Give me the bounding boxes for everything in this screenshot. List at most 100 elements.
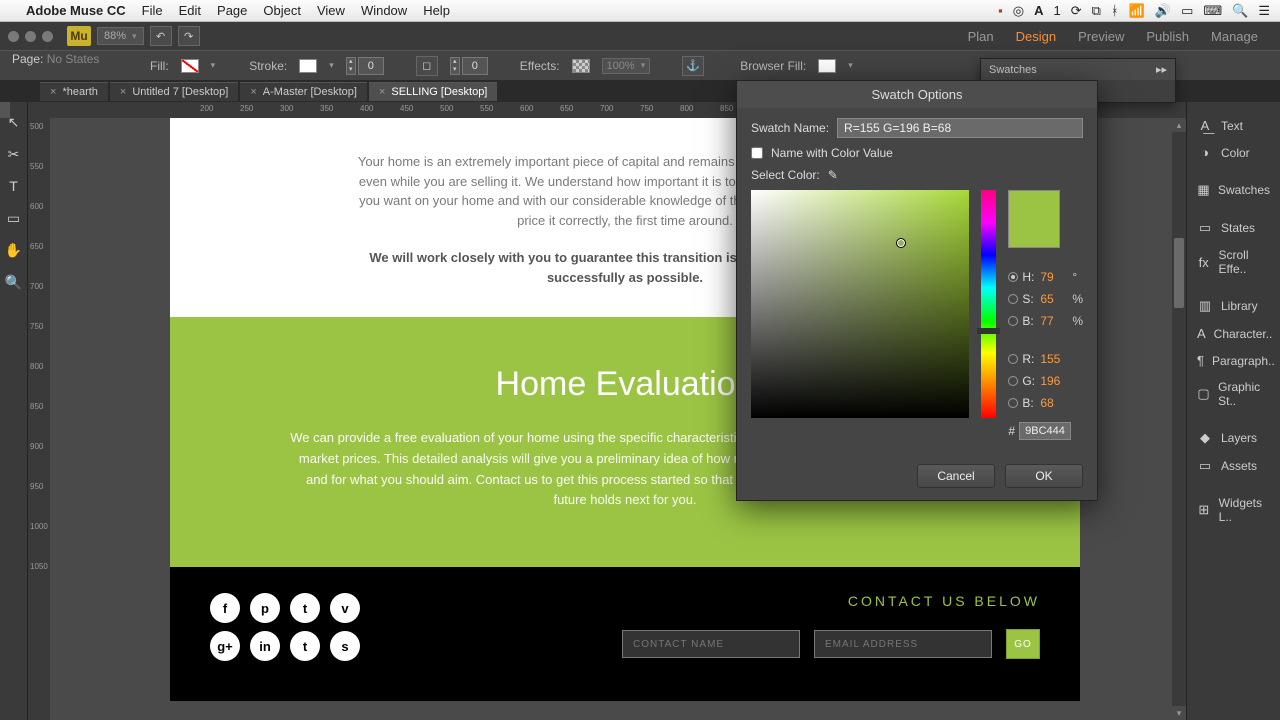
mode-manage[interactable]: Manage <box>1211 29 1258 44</box>
redo-icon[interactable]: ↷ <box>178 26 200 46</box>
name-with-color-checkbox[interactable] <box>751 147 763 159</box>
pinterest-icon[interactable]: p <box>250 593 280 623</box>
stroke-swatch[interactable] <box>299 59 317 73</box>
panel-paragraph[interactable]: ¶Paragraph.. <box>1187 347 1280 374</box>
bc-value[interactable]: 68 <box>1040 396 1068 410</box>
linkedin-icon[interactable]: in <box>250 631 280 661</box>
b-value[interactable]: 77 <box>1040 314 1068 328</box>
saturation-value-picker[interactable] <box>751 190 969 418</box>
corner-icon[interactable]: ◻ <box>416 56 438 76</box>
panel-toggle-icon[interactable] <box>0 102 10 118</box>
eyedropper-icon[interactable]: ✎ <box>828 168 838 182</box>
mode-preview[interactable]: Preview <box>1078 29 1124 44</box>
input-icon[interactable]: ⌨ <box>1203 3 1222 19</box>
mode-plan[interactable]: Plan <box>968 29 994 44</box>
text-tool-icon[interactable]: T <box>5 178 23 196</box>
scroll-up-icon[interactable]: ▴ <box>1172 118 1186 132</box>
crop-tool-icon[interactable]: ✂ <box>5 146 23 164</box>
g-value[interactable]: 196 <box>1040 374 1068 388</box>
facebook-icon[interactable]: f <box>210 593 240 623</box>
panel-states[interactable]: ▭States <box>1187 214 1280 242</box>
battery-icon[interactable]: ▭ <box>1181 3 1193 19</box>
menu-page[interactable]: Page <box>217 3 247 18</box>
tab-untitled7[interactable]: ×Untitled 7 [Desktop] <box>110 82 238 101</box>
opacity-dropdown[interactable]: 100% <box>602 58 651 74</box>
panel-collapse-icon[interactable]: ▸▸ <box>1156 63 1167 76</box>
volume-icon[interactable]: 🔊 <box>1155 3 1171 19</box>
adobe-badge[interactable]: A <box>1034 3 1043 18</box>
mode-publish[interactable]: Publish <box>1146 29 1189 44</box>
hue-indicator-icon[interactable] <box>977 328 1000 334</box>
effects-swatch[interactable] <box>572 59 590 73</box>
twitter-icon[interactable]: t <box>290 593 320 623</box>
tumblr-icon[interactable]: t <box>290 631 320 661</box>
menu-view[interactable]: View <box>317 3 345 18</box>
r-value[interactable]: 155 <box>1040 352 1068 366</box>
swatch-name-input[interactable] <box>837 118 1083 138</box>
tab-selling[interactable]: ×SELLING [Desktop] <box>369 82 497 101</box>
panel-graphic-styles[interactable]: ▢Graphic St.. <box>1187 374 1280 414</box>
hex-input[interactable] <box>1019 422 1071 440</box>
menu-file[interactable]: File <box>142 3 163 18</box>
panel-swatches[interactable]: ▦Swatches <box>1187 176 1280 204</box>
rectangle-tool-icon[interactable]: ▭ <box>5 210 23 228</box>
sync-icon[interactable]: ⟳ <box>1071 3 1082 19</box>
panel-layers[interactable]: ◆Layers <box>1187 424 1280 452</box>
menu-edit[interactable]: Edit <box>179 3 201 18</box>
anchor-icon[interactable]: ⚓ <box>682 56 704 76</box>
tab-amaster[interactable]: ×A-Master [Desktop] <box>240 82 367 101</box>
skype-icon[interactable]: s <box>330 631 360 661</box>
browser-fill-swatch[interactable] <box>818 59 836 73</box>
b-radio[interactable] <box>1008 316 1018 326</box>
page-state-dropdown[interactable]: No States <box>47 52 100 66</box>
s-radio[interactable] <box>1008 294 1018 304</box>
vertical-scrollbar[interactable]: ▴ ▾ <box>1172 118 1186 720</box>
g-radio[interactable] <box>1008 376 1018 386</box>
contact-email-input[interactable] <box>814 630 992 658</box>
zoom-tool-icon[interactable]: 🔍 <box>5 274 23 292</box>
h-value[interactable]: 79 <box>1040 270 1068 284</box>
ok-button[interactable]: OK <box>1005 464 1083 488</box>
mode-design[interactable]: Design <box>1016 29 1056 44</box>
cancel-button[interactable]: Cancel <box>917 464 995 488</box>
stroke-width-stepper[interactable]: ▴▾ <box>346 57 384 75</box>
panel-color[interactable]: ◑Color <box>1187 139 1280 166</box>
tab-hearth[interactable]: ×*hearth <box>40 82 108 101</box>
scroll-thumb[interactable] <box>1174 238 1184 308</box>
r-radio[interactable] <box>1008 354 1018 364</box>
menu-window[interactable]: Window <box>361 3 407 18</box>
close-icon[interactable]: × <box>250 86 256 98</box>
menu-object[interactable]: Object <box>263 3 301 18</box>
vimeo-icon[interactable]: v <box>330 593 360 623</box>
undo-icon[interactable]: ↶ <box>150 26 172 46</box>
spotlight-icon[interactable]: 🔍 <box>1232 3 1248 19</box>
menu-help[interactable]: Help <box>423 3 450 18</box>
hand-tool-icon[interactable]: ✋ <box>5 242 23 260</box>
googleplus-icon[interactable]: g+ <box>210 631 240 661</box>
window-controls[interactable] <box>8 31 53 42</box>
bc-radio[interactable] <box>1008 398 1018 408</box>
hue-slider[interactable] <box>981 190 996 418</box>
h-radio[interactable] <box>1008 272 1018 282</box>
scroll-down-icon[interactable]: ▾ <box>1172 706 1186 720</box>
cc-icon[interactable]: ◎ <box>1013 3 1024 19</box>
bluetooth-icon[interactable]: ᚼ <box>1111 3 1119 18</box>
hamburger-icon[interactable]: ☰ <box>1258 3 1270 19</box>
panel-text[interactable]: A͟Text <box>1187 112 1280 139</box>
panel-character[interactable]: ACharacter.. <box>1187 320 1280 347</box>
status-stop-icon[interactable]: ▪ <box>998 3 1003 18</box>
go-button[interactable]: GO <box>1006 629 1040 659</box>
close-icon[interactable]: × <box>379 86 385 98</box>
close-icon[interactable]: × <box>120 86 126 98</box>
close-icon[interactable]: × <box>50 86 56 98</box>
panel-widgets[interactable]: ⊞Widgets L.. <box>1187 490 1280 530</box>
contact-name-input[interactable] <box>622 630 800 658</box>
panel-library[interactable]: ▥Library <box>1187 292 1280 320</box>
wifi-icon[interactable]: 📶 <box>1129 3 1145 19</box>
sv-cursor-icon[interactable] <box>896 238 906 248</box>
panel-scroll-effects[interactable]: fxScroll Effe.. <box>1187 242 1280 282</box>
fill-swatch[interactable] <box>181 59 199 73</box>
corner-stepper[interactable]: ▴▾ <box>450 57 488 75</box>
dropbox-icon[interactable]: ⧉ <box>1092 3 1101 19</box>
zoom-dropdown[interactable]: 88% <box>97 27 144 45</box>
